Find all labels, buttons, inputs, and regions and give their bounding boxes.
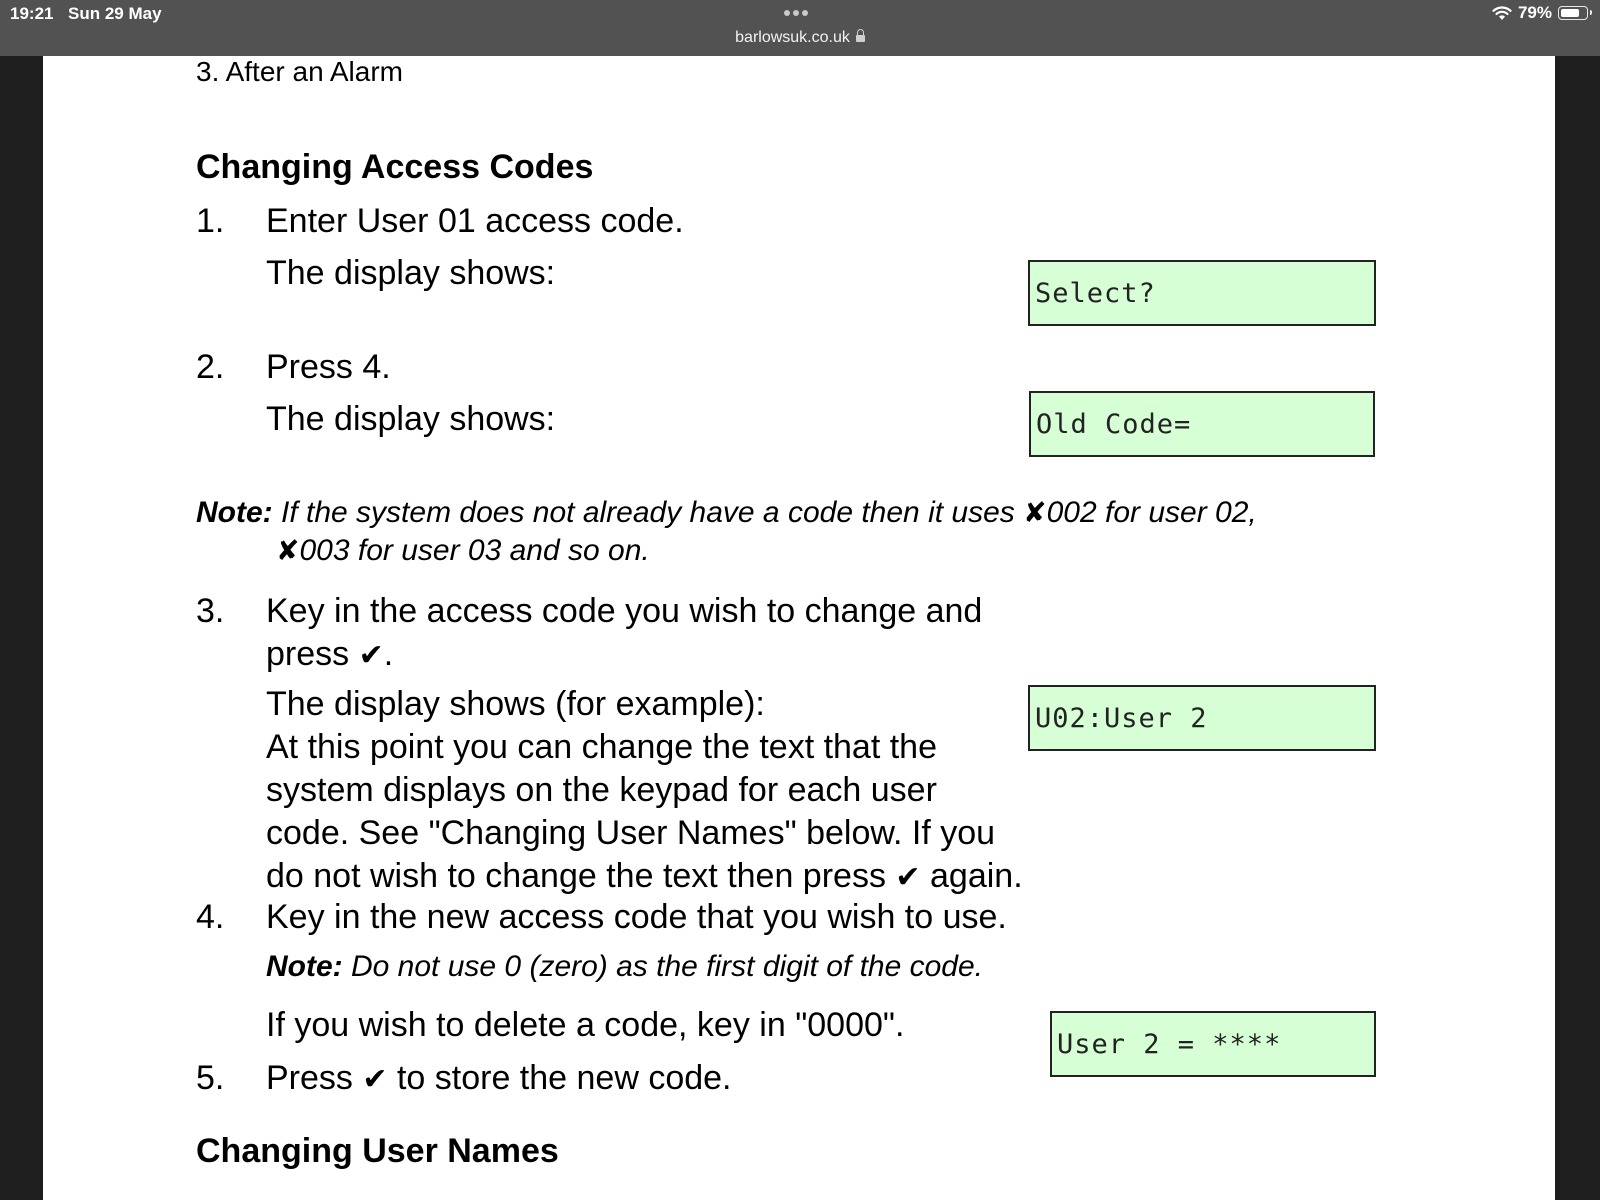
- status-indicators: 79%: [1492, 3, 1592, 23]
- note-label: Note:: [266, 950, 343, 983]
- step-5-rest: to store the new code.: [396, 1059, 732, 1097]
- note-line-2: ✘003 for user 03 and so on.: [276, 534, 650, 568]
- note-text: 002 for user 02,: [1046, 496, 1257, 529]
- step-1-text: Enter User 01 access code.: [266, 202, 684, 240]
- detail-line: At this point you can change the text th…: [266, 728, 938, 766]
- detail-line: do not wish to change the text then pres…: [266, 855, 1023, 899]
- note-text: Do not use 0 (zero) as the first digit o…: [351, 950, 983, 983]
- status-time: 19:21: [10, 4, 54, 23]
- lcd-display-new-code: User 2 = ****: [1050, 1011, 1376, 1077]
- step-3-detail: The display shows (for example): At this…: [266, 683, 1023, 899]
- battery-level-fill: [1561, 9, 1580, 17]
- lcd-display-old-code: Old Code=: [1029, 391, 1375, 457]
- wifi-icon: [1492, 6, 1512, 20]
- next-section-title: Changing User Names: [196, 1132, 559, 1170]
- note-label: Note:: [196, 496, 273, 529]
- step-3-text: Key in the access code you wish to chang…: [266, 592, 983, 630]
- lcd-display-user: U02:User 2: [1028, 685, 1376, 751]
- step-5-text: Press ✔ to store the new code.: [266, 1059, 732, 1098]
- address-bar[interactable]: barlowsuk.co.uk: [0, 29, 1600, 47]
- note-text: 003 for user 03 and so on.: [299, 534, 650, 567]
- lcd-display-select: Select?: [1028, 260, 1376, 326]
- note-text: If the system does not already have a co…: [281, 496, 1015, 529]
- note-line-1: Note: If the system does not already hav…: [196, 496, 1257, 530]
- detail-text: again.: [930, 857, 1023, 895]
- check-icon: ✔: [362, 1062, 388, 1097]
- cross-icon: ✘: [276, 534, 300, 567]
- check-icon: ✔: [358, 638, 384, 673]
- step-3-press: press: [266, 635, 350, 673]
- step-5-press: Press: [266, 1059, 353, 1097]
- detail-line: The display shows (for example):: [266, 685, 765, 723]
- delete-code-text: If you wish to delete a code, key in "00…: [266, 1006, 905, 1044]
- battery-icon: [1558, 6, 1592, 20]
- display-shows-label: The display shows:: [266, 254, 556, 292]
- step-number: 5.: [196, 1059, 225, 1097]
- lock-icon: [855, 29, 865, 42]
- note-zero: Note: Do not use 0 (zero) as the first d…: [266, 950, 983, 984]
- display-shows-label: The display shows:: [266, 400, 556, 438]
- document-page: 3. After an Alarm Changing Access Codes …: [43, 56, 1555, 1200]
- step-number: 3.: [196, 592, 225, 630]
- detail-line: system displays on the keypad for each u…: [266, 771, 937, 809]
- status-bar: 19:21 Sun 29 May barlowsuk.co.uk 79%: [0, 0, 1600, 56]
- step-number: 2.: [196, 348, 225, 386]
- section-title: Changing Access Codes: [196, 148, 594, 186]
- step-4-text: Key in the new access code that you wish…: [266, 898, 1007, 936]
- previous-list-item: 3. After an Alarm: [196, 56, 403, 87]
- detail-line: code. See "Changing User Names" below. I…: [266, 814, 996, 852]
- cross-icon: ✘: [1023, 496, 1047, 529]
- step-number: 1.: [196, 202, 225, 240]
- battery-percent: 79%: [1517, 3, 1552, 22]
- step-2-text: Press 4.: [266, 348, 391, 386]
- detail-text: do not wish to change the text then pres…: [266, 857, 886, 895]
- step-3-text-cont: press ✔.: [266, 635, 393, 674]
- url-text: barlowsuk.co.uk: [735, 29, 850, 46]
- check-icon: ✔: [895, 860, 921, 895]
- multitasking-dots-icon[interactable]: [784, 10, 808, 16]
- step-3-period: .: [383, 635, 394, 673]
- step-number: 4.: [196, 898, 225, 936]
- status-date: Sun 29 May: [68, 4, 162, 23]
